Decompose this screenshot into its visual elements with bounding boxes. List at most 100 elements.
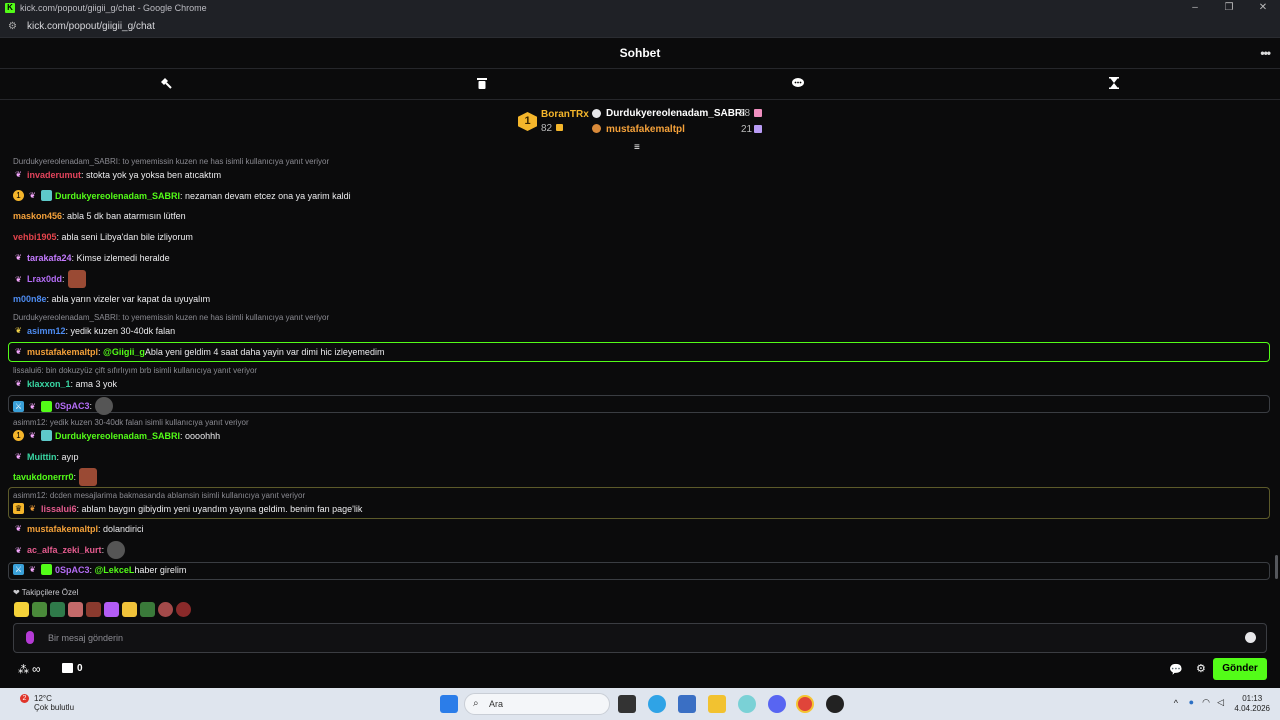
volume-icon[interactable]: ◁ bbox=[1217, 697, 1224, 708]
gear-icon[interactable]: ⚙ bbox=[1196, 662, 1206, 675]
emote-icon[interactable] bbox=[104, 602, 119, 617]
emote-icon[interactable] bbox=[122, 602, 137, 617]
store-icon[interactable] bbox=[62, 663, 73, 673]
emote-icon[interactable] bbox=[68, 602, 83, 617]
site-settings-icon[interactable]: ⚙ bbox=[8, 21, 20, 32]
chat-message[interactable]: ❦ asimm12: yedik kuzen 30-40dk falan bbox=[13, 325, 175, 336]
maximize-button[interactable]: ❐ bbox=[1212, 0, 1246, 16]
chat-message[interactable]: vehbi1905: abla seni Libya'dan bile izli… bbox=[13, 232, 193, 242]
emote-icon[interactable] bbox=[176, 602, 191, 617]
start-menu-icon[interactable] bbox=[440, 695, 458, 713]
butterfly-badge-icon: ❦ bbox=[15, 170, 22, 179]
emote-icon[interactable] bbox=[14, 602, 29, 617]
username[interactable]: tarakafa24 bbox=[27, 253, 72, 263]
taskbar-search[interactable]: ⌕ Ara bbox=[464, 693, 610, 715]
send-button[interactable]: Gönder bbox=[1213, 658, 1267, 680]
chat-message[interactable]: ❦ Lrax0dd: bbox=[13, 270, 86, 288]
chat-header: Sohbet ••• bbox=[0, 38, 1280, 69]
emoji-picker-icon[interactable] bbox=[1245, 632, 1256, 643]
emote-icon[interactable] bbox=[158, 602, 173, 617]
system-tray[interactable]: 01:13 4.04.2026 bbox=[1234, 694, 1270, 714]
message-text: : ablam baygın gibiydim yeni uyandım yay… bbox=[76, 503, 363, 514]
message-placeholder[interactable]: Bir mesaj gönderin bbox=[48, 633, 123, 643]
settings-app-icon[interactable] bbox=[738, 695, 756, 713]
hammer-icon[interactable] bbox=[159, 77, 173, 91]
minimize-button[interactable]: – bbox=[1178, 0, 1212, 16]
microphone-tray-icon[interactable]: ● bbox=[1189, 697, 1194, 707]
message-input[interactable]: Bir mesaj gönderin bbox=[13, 623, 1267, 653]
username[interactable]: maskon456 bbox=[13, 211, 62, 221]
chat-message[interactable]: ❦ invaderumut: stokta yok ya yoksa ben a… bbox=[13, 169, 221, 180]
chat-message[interactable]: ❦ Muittin: ayıp bbox=[13, 451, 78, 462]
username[interactable]: Durdukyereolenadam_SABRI bbox=[55, 191, 180, 201]
butterfly-badge-icon: ❦ bbox=[29, 191, 36, 200]
app-icon[interactable] bbox=[826, 695, 844, 713]
username[interactable]: tavukdonerrr0 bbox=[13, 472, 74, 482]
mention[interactable]: @LekceL bbox=[95, 565, 135, 575]
username[interactable]: mustafakemaltpl bbox=[27, 347, 98, 357]
more-options-icon[interactable]: ••• bbox=[1260, 46, 1271, 60]
leader-first-name[interactable]: BoranTRx bbox=[541, 109, 589, 120]
edge-icon[interactable] bbox=[648, 695, 666, 713]
file-explorer-icon[interactable] bbox=[708, 695, 726, 713]
url-text[interactable]: kick.com/popout/giigii_g/chat bbox=[27, 21, 155, 32]
address-bar[interactable]: ⚙ kick.com/popout/giigii_g/chat bbox=[0, 16, 1280, 38]
chat-message[interactable]: maskon456: abla 5 dk ban atarmısın lütfe… bbox=[13, 211, 186, 221]
chat-message[interactable]: ❦ mustafakemaltpl: dolandirici bbox=[13, 523, 143, 534]
emote-icon[interactable] bbox=[32, 602, 47, 617]
chat-settings-bubble-icon[interactable]: 💬 bbox=[1169, 663, 1183, 676]
username[interactable]: asimm12 bbox=[27, 326, 66, 336]
store-app-icon[interactable] bbox=[678, 695, 696, 713]
emote-icon[interactable] bbox=[140, 602, 155, 617]
username[interactable]: ac_alfa_zeki_kurt bbox=[27, 545, 102, 555]
username[interactable]: vehbi1905 bbox=[13, 232, 57, 242]
trash-icon[interactable] bbox=[475, 77, 489, 91]
chat-message[interactable]: 1 ❦ Durdukyereolenadam_SABRI: nezaman de… bbox=[13, 190, 351, 201]
username[interactable]: lissalui6 bbox=[41, 504, 77, 514]
chat-bubble-icon[interactable] bbox=[791, 77, 805, 91]
leader-first-count: 82 bbox=[541, 123, 553, 134]
username[interactable]: Lrax0dd bbox=[27, 274, 62, 284]
butterfly-badge-icon: ❦ bbox=[15, 545, 22, 555]
username[interactable]: klaxxon_1 bbox=[27, 379, 71, 389]
emote-icon[interactable] bbox=[50, 602, 65, 617]
chat-message[interactable]: ❦ tarakafa24: Kimse izlemedi heralde bbox=[13, 252, 170, 263]
message-highlight bbox=[8, 562, 1270, 580]
kick-favicon-icon: K bbox=[5, 3, 15, 13]
chat-message[interactable]: ❦ klaxxon_1: ama 3 yok bbox=[13, 378, 117, 389]
discord-icon[interactable] bbox=[768, 695, 786, 713]
scrollbar-thumb[interactable] bbox=[1275, 555, 1278, 579]
hourglass-icon[interactable] bbox=[1107, 77, 1121, 91]
username[interactable]: Muittin bbox=[27, 452, 57, 462]
weather-widget[interactable]: 2 12°C Çok bulutlu bbox=[12, 694, 74, 712]
chat-message[interactable]: m00n8e: abla yarın vizeler var kapat da … bbox=[13, 294, 210, 304]
close-button[interactable]: ✕ bbox=[1246, 0, 1280, 16]
username[interactable]: 0SpAC3 bbox=[55, 401, 90, 411]
task-view-icon[interactable] bbox=[618, 695, 636, 713]
chat-message[interactable]: ♛ ❦ lissalui6: ablam baygın gibiydim yen… bbox=[13, 503, 362, 514]
clock-date: 4.04.2026 bbox=[1234, 704, 1270, 713]
tray-chevron-icon[interactable]: ^ bbox=[1174, 698, 1178, 708]
chat-message[interactable]: 1 ❦ Durdukyereolenadam_SABRI: oooohhh bbox=[13, 430, 220, 441]
leader-third-name[interactable]: mustafakemaltpl bbox=[606, 124, 685, 135]
username[interactable]: m00n8e bbox=[13, 294, 47, 304]
weather-desc: Çok bulutlu bbox=[34, 703, 75, 712]
username[interactable]: invaderumut bbox=[27, 170, 81, 180]
infinity-label: ∞ bbox=[32, 662, 41, 676]
microphone-icon[interactable] bbox=[26, 631, 34, 644]
message-text: : Kimse izlemedi heralde bbox=[71, 252, 170, 263]
wifi-icon[interactable]: ◠ bbox=[1202, 697, 1210, 708]
emote-icon[interactable] bbox=[86, 602, 101, 617]
username[interactable]: 0SpAC3 bbox=[55, 565, 90, 575]
channel-points-icon[interactable]: ⁂ bbox=[18, 663, 29, 676]
leader-second-name[interactable]: Durdukyereolenadam_SABRI bbox=[606, 108, 745, 119]
chrome-icon[interactable] bbox=[796, 695, 814, 713]
chat-message[interactable]: ❦ ac_alfa_zeki_kurt: bbox=[13, 541, 126, 559]
username[interactable]: mustafakemaltpl bbox=[27, 524, 98, 534]
chat-message[interactable]: ❦ mustafakemaltpl: @Giigii_g Abla yeni g… bbox=[13, 346, 384, 357]
chat-message[interactable]: ⚔ ❦ 0SpAC3: bbox=[13, 397, 114, 415]
username[interactable]: Durdukyereolenadam_SABRI bbox=[55, 431, 180, 441]
chat-message[interactable]: ⚔ ❦ 0SpAC3: @LekceL haber girelim bbox=[13, 564, 186, 575]
chat-message[interactable]: tavukdonerrr0: bbox=[13, 468, 98, 486]
mention[interactable]: @Giigii_g bbox=[103, 347, 145, 357]
